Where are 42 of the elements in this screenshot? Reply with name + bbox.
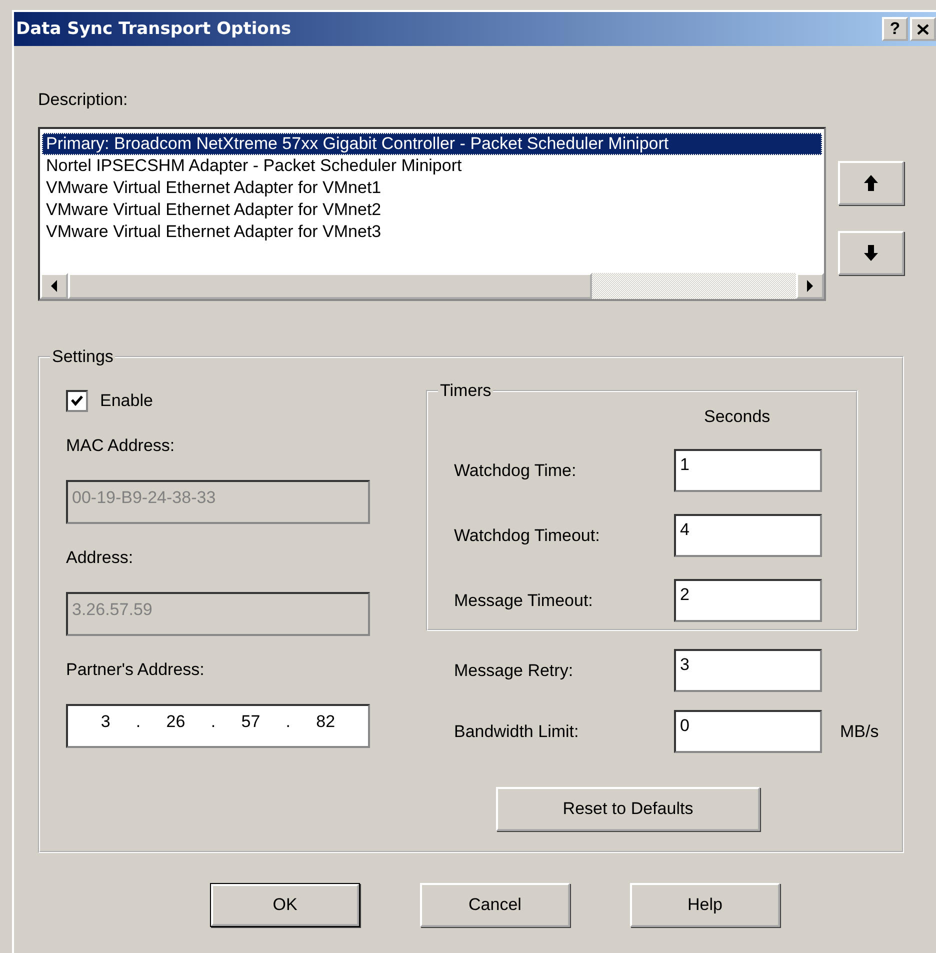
move-up-button[interactable] [838, 161, 904, 205]
move-down-button[interactable] [838, 231, 904, 275]
setting-label: Message Retry: [454, 660, 574, 680]
dialog-button[interactable]: Cancel [420, 883, 570, 927]
unit-heading: Seconds [704, 407, 772, 427]
group-title: Settings [51, 347, 114, 367]
setting-field[interactable]: 0 [674, 710, 822, 753]
horizontal-scrollbar[interactable] [40, 273, 824, 299]
list-item[interactable]: VMware Virtual Ethernet Adapter for VMnet1 [42, 177, 822, 199]
reset-button[interactable]: Reset to Defaults [496, 787, 760, 831]
dialog-button[interactable]: OK [210, 883, 360, 927]
list-item[interactable]: Nortel IPSECSHM Adapter - Packet Scheduler Miniport [42, 155, 822, 177]
mac-address-label: MAC Address: [66, 436, 176, 456]
address-label: Address: [66, 548, 134, 568]
setting-field[interactable]: 3 [674, 649, 822, 692]
help-button[interactable]: ? [882, 17, 908, 41]
partner-address-field[interactable]: 3 . 26 . 57 . 82 [66, 704, 370, 748]
partner-address-label: Partner's Address: [66, 660, 206, 680]
list-item[interactable]: Primary: Broadcom NetXtreme 57xx Gigabit Controller - Packet Scheduler Miniport [42, 133, 822, 155]
timer-field[interactable]: 4 [674, 514, 822, 557]
close-button[interactable] [910, 17, 936, 41]
down-arrow-icon [864, 245, 878, 261]
enable-label: Enable [100, 391, 153, 411]
dialog-button[interactable]: Help [630, 883, 780, 927]
up-arrow-icon [864, 175, 878, 191]
timer-label: Watchdog Timeout: [454, 526, 601, 546]
list-item[interactable]: VMware Virtual Ethernet Adapter for VMnet2 [42, 199, 822, 221]
unit-label: MB/s [840, 722, 879, 742]
timer-field[interactable]: 2 [674, 579, 822, 622]
description-label: Description: [38, 90, 128, 110]
group-title: Timers [439, 381, 492, 401]
timer-label: Message Timeout: [454, 590, 594, 610]
right-arrow-icon [806, 280, 814, 292]
window-title: Data Sync Transport Options [16, 19, 292, 39]
list-item[interactable]: VMware Virtual Ethernet Adapter for VMnet3 [42, 221, 822, 243]
check-icon [70, 394, 84, 408]
close-icon [917, 24, 929, 34]
left-arrow-icon [50, 280, 58, 292]
setting-label: Bandwidth Limit: [454, 722, 580, 742]
timer-field[interactable]: 1 [674, 449, 822, 492]
timer-label: Watchdog Time: [454, 460, 578, 480]
enable-checkbox[interactable] [66, 390, 88, 412]
